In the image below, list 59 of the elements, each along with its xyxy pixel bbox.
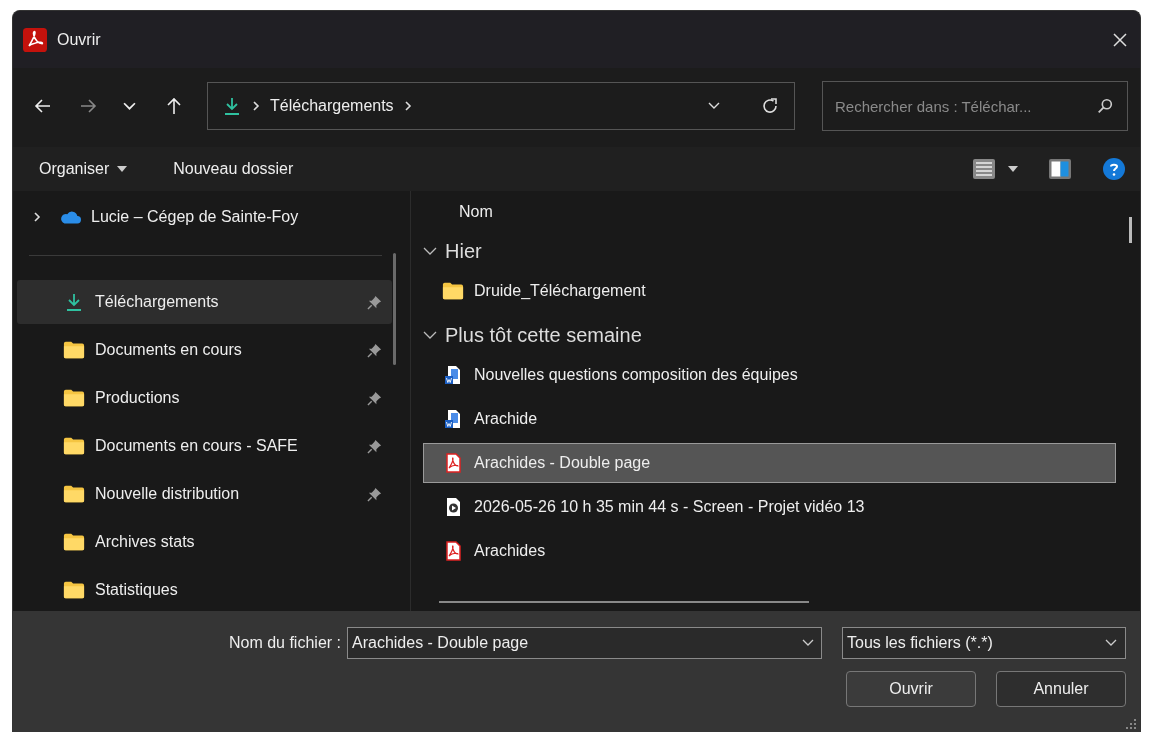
group-header[interactable]: Hier xyxy=(445,239,482,263)
sidebar-item[interactable]: Lucie – Cégep de Sainte-Foy xyxy=(17,199,410,235)
organize-menu-button[interactable]: Organiser xyxy=(29,156,138,182)
dropdown-triangle-icon[interactable] xyxy=(1008,166,1018,172)
folder-icon xyxy=(63,340,85,360)
folder-icon xyxy=(442,281,464,301)
preview-pane-icon[interactable] xyxy=(1048,157,1072,181)
file-row[interactable]: Arachides - Double page xyxy=(423,443,1116,483)
chevron-right-icon[interactable] xyxy=(33,211,41,223)
file-row[interactable]: Druide_Téléchargement xyxy=(423,271,1116,311)
pin-icon[interactable] xyxy=(367,294,382,310)
sidebar-item[interactable]: Nouvelle distribution xyxy=(17,472,392,516)
sidebar-item[interactable]: Documents en cours - SAFE xyxy=(17,424,392,468)
folder-icon xyxy=(63,436,85,456)
chevron-down-icon[interactable] xyxy=(423,331,437,339)
file-row[interactable]: Nouvelles questions composition des équipes xyxy=(423,355,1116,395)
file-type-dropdown[interactable]: Tous les fichiers (*.*) xyxy=(842,627,1126,659)
search-field[interactable]: Rechercher dans : Téléchar... xyxy=(822,81,1128,131)
pin-icon[interactable] xyxy=(367,342,382,358)
help-icon[interactable] xyxy=(1102,157,1126,181)
group-header[interactable]: Plus tôt cette semaine xyxy=(445,323,642,347)
folder-icon xyxy=(63,532,85,552)
cancel-button[interactable]: Annuler xyxy=(996,671,1126,707)
chevron-down-icon xyxy=(1105,639,1117,647)
address-bar[interactable]: Téléchargements xyxy=(207,82,795,130)
folder-icon xyxy=(63,388,85,408)
open-button[interactable]: Ouvrir xyxy=(846,671,976,707)
file-row[interactable]: Arachide xyxy=(423,399,1116,439)
resize-grip-icon[interactable] xyxy=(1126,719,1136,729)
search-icon xyxy=(1096,97,1114,115)
file-row[interactable]: Arachides xyxy=(423,531,1116,571)
folder-icon xyxy=(63,580,85,600)
pin-icon[interactable] xyxy=(367,438,382,454)
sidebar-item[interactable]: Archives stats xyxy=(17,520,392,564)
folder-icon xyxy=(63,484,85,504)
new-folder-button[interactable]: Nouveau dossier xyxy=(163,156,304,182)
breadcrumb-item[interactable]: Téléchargements xyxy=(270,97,394,115)
sidebar-item[interactable]: Productions xyxy=(17,376,392,420)
window-title: Ouvrir xyxy=(57,30,101,49)
dropdown-triangle-icon xyxy=(117,166,128,172)
pin-icon[interactable] xyxy=(367,486,382,502)
chevron-right-icon xyxy=(403,100,412,112)
sidebar-item[interactable]: Documents en cours xyxy=(17,328,392,372)
list-view-icon[interactable] xyxy=(972,157,996,181)
file-row[interactable]: 2026-05-26 10 h 35 min 44 s - Screen - Projet vidéo 13 xyxy=(423,487,1116,527)
filename-label: Nom du fichier : xyxy=(228,634,341,652)
sidebar-item[interactable]: Téléchargements xyxy=(17,280,392,324)
chevron-right-icon xyxy=(252,100,260,112)
chevron-down-icon[interactable] xyxy=(708,102,720,110)
pdf-app-icon xyxy=(23,27,47,52)
refresh-icon[interactable] xyxy=(760,96,780,116)
filename-field[interactable]: Arachides - Double page xyxy=(347,627,822,659)
sidebar-item[interactable]: Statistiques xyxy=(17,568,392,612)
download-icon xyxy=(222,96,242,116)
close-icon[interactable] xyxy=(1112,31,1128,48)
pin-icon[interactable] xyxy=(367,390,382,406)
column-header[interactable]: Nom xyxy=(423,197,493,231)
chevron-down-icon[interactable] xyxy=(423,247,437,255)
chevron-down-icon[interactable] xyxy=(802,639,814,647)
